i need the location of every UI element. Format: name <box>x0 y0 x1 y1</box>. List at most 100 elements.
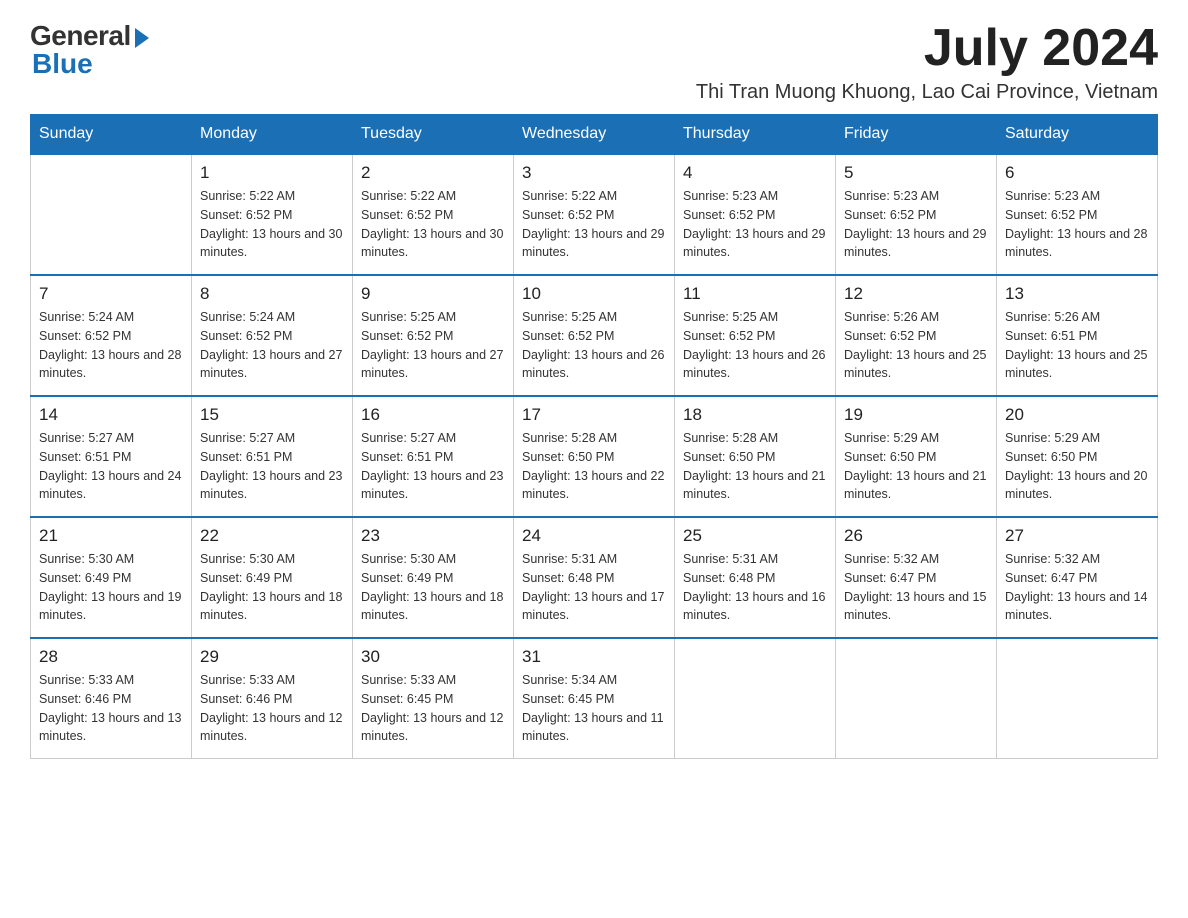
day-number: 19 <box>844 405 988 425</box>
page-header: General Blue July 2024 Thi Tran Muong Kh… <box>30 20 1158 104</box>
day-number: 28 <box>39 647 183 667</box>
day-info: Sunrise: 5:24 AMSunset: 6:52 PMDaylight:… <box>200 308 344 383</box>
day-number: 17 <box>522 405 666 425</box>
calendar-cell <box>675 638 836 759</box>
calendar-cell: 1 Sunrise: 5:22 AMSunset: 6:52 PMDaylight… <box>192 154 353 275</box>
day-info: Sunrise: 5:30 AMSunset: 6:49 PMDaylight:… <box>361 550 505 625</box>
calendar-cell: 23 Sunrise: 5:30 AMSunset: 6:49 PMDayligh… <box>353 517 514 638</box>
title-block: July 2024 Thi Tran Muong Khuong, Lao Cai… <box>696 20 1158 104</box>
calendar-cell: 22 Sunrise: 5:30 AMSunset: 6:49 PMDayligh… <box>192 517 353 638</box>
logo-arrow-icon <box>135 28 149 48</box>
calendar-cell: 26Sunrise: 5:32 AMSunset: 6:47 PMDayligh… <box>836 517 997 638</box>
day-number: 1 <box>200 163 344 183</box>
day-info: Sunrise: 5:22 AMSunset: 6:52 PMDaylight:… <box>522 187 666 262</box>
day-number: 5 <box>844 163 988 183</box>
calendar-week-row: 7 Sunrise: 5:24 AMSunset: 6:52 PMDaylight… <box>31 275 1158 396</box>
day-info: Sunrise: 5:29 AMSunset: 6:50 PMDaylight:… <box>1005 429 1149 504</box>
day-number: 23 <box>361 526 505 546</box>
day-number: 13 <box>1005 284 1149 304</box>
weekday-header-friday: Friday <box>836 115 997 155</box>
day-info: Sunrise: 5:30 AMSunset: 6:49 PMDaylight:… <box>200 550 344 625</box>
calendar-cell: 29 Sunrise: 5:33 AMSunset: 6:46 PMDayligh… <box>192 638 353 759</box>
calendar-cell: 12Sunrise: 5:26 AMSunset: 6:52 PMDayligh… <box>836 275 997 396</box>
day-number: 25 <box>683 526 827 546</box>
day-info: Sunrise: 5:26 AMSunset: 6:52 PMDaylight:… <box>844 308 988 383</box>
calendar-cell: 6 Sunrise: 5:23 AMSunset: 6:52 PMDaylight… <box>997 154 1158 275</box>
calendar-cell: 24Sunrise: 5:31 AMSunset: 6:48 PMDayligh… <box>514 517 675 638</box>
day-info: Sunrise: 5:33 AMSunset: 6:46 PMDaylight:… <box>39 671 183 746</box>
day-number: 3 <box>522 163 666 183</box>
calendar-cell <box>997 638 1158 759</box>
calendar-cell: 28 Sunrise: 5:33 AMSunset: 6:46 PMDayligh… <box>31 638 192 759</box>
day-info: Sunrise: 5:27 AMSunset: 6:51 PMDaylight:… <box>361 429 505 504</box>
calendar-cell: 5 Sunrise: 5:23 AMSunset: 6:52 PMDaylight… <box>836 154 997 275</box>
calendar-cell: 20 Sunrise: 5:29 AMSunset: 6:50 PMDayligh… <box>997 396 1158 517</box>
day-number: 14 <box>39 405 183 425</box>
day-info: Sunrise: 5:28 AMSunset: 6:50 PMDaylight:… <box>683 429 827 504</box>
calendar-cell: 19 Sunrise: 5:29 AMSunset: 6:50 PMDayligh… <box>836 396 997 517</box>
day-info: Sunrise: 5:33 AMSunset: 6:45 PMDaylight:… <box>361 671 505 746</box>
calendar-cell <box>31 154 192 275</box>
calendar-cell: 30 Sunrise: 5:33 AMSunset: 6:45 PMDayligh… <box>353 638 514 759</box>
day-info: Sunrise: 5:32 AMSunset: 6:47 PMDaylight:… <box>844 550 988 625</box>
day-info: Sunrise: 5:31 AMSunset: 6:48 PMDaylight:… <box>522 550 666 625</box>
weekday-header-monday: Monday <box>192 115 353 155</box>
day-info: Sunrise: 5:23 AMSunset: 6:52 PMDaylight:… <box>844 187 988 262</box>
calendar-cell: 10Sunrise: 5:25 AMSunset: 6:52 PMDayligh… <box>514 275 675 396</box>
calendar-cell: 15Sunrise: 5:27 AMSunset: 6:51 PMDayligh… <box>192 396 353 517</box>
day-number: 7 <box>39 284 183 304</box>
calendar-cell: 4 Sunrise: 5:23 AMSunset: 6:52 PMDaylight… <box>675 154 836 275</box>
day-number: 2 <box>361 163 505 183</box>
day-info: Sunrise: 5:25 AMSunset: 6:52 PMDaylight:… <box>683 308 827 383</box>
calendar-cell: 25 Sunrise: 5:31 AMSunset: 6:48 PMDayligh… <box>675 517 836 638</box>
day-number: 9 <box>361 284 505 304</box>
logo: General Blue <box>30 20 149 80</box>
day-number: 22 <box>200 526 344 546</box>
day-number: 31 <box>522 647 666 667</box>
weekday-header-sunday: Sunday <box>31 115 192 155</box>
calendar-week-row: 1 Sunrise: 5:22 AMSunset: 6:52 PMDaylight… <box>31 154 1158 275</box>
calendar-cell: 8Sunrise: 5:24 AMSunset: 6:52 PMDaylight… <box>192 275 353 396</box>
calendar-cell: 2 Sunrise: 5:22 AMSunset: 6:52 PMDaylight… <box>353 154 514 275</box>
day-number: 6 <box>1005 163 1149 183</box>
calendar-cell: 21Sunrise: 5:30 AMSunset: 6:49 PMDayligh… <box>31 517 192 638</box>
day-number: 11 <box>683 284 827 304</box>
calendar-cell: 11 Sunrise: 5:25 AMSunset: 6:52 PMDayligh… <box>675 275 836 396</box>
day-info: Sunrise: 5:29 AMSunset: 6:50 PMDaylight:… <box>844 429 988 504</box>
day-info: Sunrise: 5:25 AMSunset: 6:52 PMDaylight:… <box>522 308 666 383</box>
day-info: Sunrise: 5:23 AMSunset: 6:52 PMDaylight:… <box>1005 187 1149 262</box>
day-number: 27 <box>1005 526 1149 546</box>
day-number: 20 <box>1005 405 1149 425</box>
weekday-header-tuesday: Tuesday <box>353 115 514 155</box>
day-info: Sunrise: 5:33 AMSunset: 6:46 PMDaylight:… <box>200 671 344 746</box>
day-info: Sunrise: 5:24 AMSunset: 6:52 PMDaylight:… <box>39 308 183 383</box>
day-info: Sunrise: 5:31 AMSunset: 6:48 PMDaylight:… <box>683 550 827 625</box>
calendar-cell: 7 Sunrise: 5:24 AMSunset: 6:52 PMDaylight… <box>31 275 192 396</box>
calendar-cell: 27 Sunrise: 5:32 AMSunset: 6:47 PMDayligh… <box>997 517 1158 638</box>
calendar-week-row: 14 Sunrise: 5:27 AMSunset: 6:51 PMDayligh… <box>31 396 1158 517</box>
month-year-title: July 2024 <box>696 20 1158 77</box>
day-info: Sunrise: 5:26 AMSunset: 6:51 PMDaylight:… <box>1005 308 1149 383</box>
calendar-cell: 17 Sunrise: 5:28 AMSunset: 6:50 PMDayligh… <box>514 396 675 517</box>
day-number: 30 <box>361 647 505 667</box>
calendar-cell: 31 Sunrise: 5:34 AMSunset: 6:45 PMDayligh… <box>514 638 675 759</box>
day-info: Sunrise: 5:22 AMSunset: 6:52 PMDaylight:… <box>361 187 505 262</box>
weekday-header-saturday: Saturday <box>997 115 1158 155</box>
day-info: Sunrise: 5:32 AMSunset: 6:47 PMDaylight:… <box>1005 550 1149 625</box>
day-info: Sunrise: 5:23 AMSunset: 6:52 PMDaylight:… <box>683 187 827 262</box>
day-info: Sunrise: 5:34 AMSunset: 6:45 PMDaylight:… <box>522 671 666 746</box>
day-info: Sunrise: 5:22 AMSunset: 6:52 PMDaylight:… <box>200 187 344 262</box>
weekday-header-thursday: Thursday <box>675 115 836 155</box>
day-number: 15 <box>200 405 344 425</box>
day-info: Sunrise: 5:30 AMSunset: 6:49 PMDaylight:… <box>39 550 183 625</box>
calendar-cell <box>836 638 997 759</box>
calendar-cell: 14Sunrise: 5:27 AMSunset: 6:51 PMDayligh… <box>31 396 192 517</box>
calendar-table: SundayMondayTuesdayWednesdayThursdayFrid… <box>30 114 1158 759</box>
calendar-cell: 18Sunrise: 5:28 AMSunset: 6:50 PMDayligh… <box>675 396 836 517</box>
day-info: Sunrise: 5:28 AMSunset: 6:50 PMDaylight:… <box>522 429 666 504</box>
day-number: 29 <box>200 647 344 667</box>
calendar-week-row: 28 Sunrise: 5:33 AMSunset: 6:46 PMDayligh… <box>31 638 1158 759</box>
logo-blue-text: Blue <box>32 48 93 80</box>
day-number: 4 <box>683 163 827 183</box>
day-number: 16 <box>361 405 505 425</box>
